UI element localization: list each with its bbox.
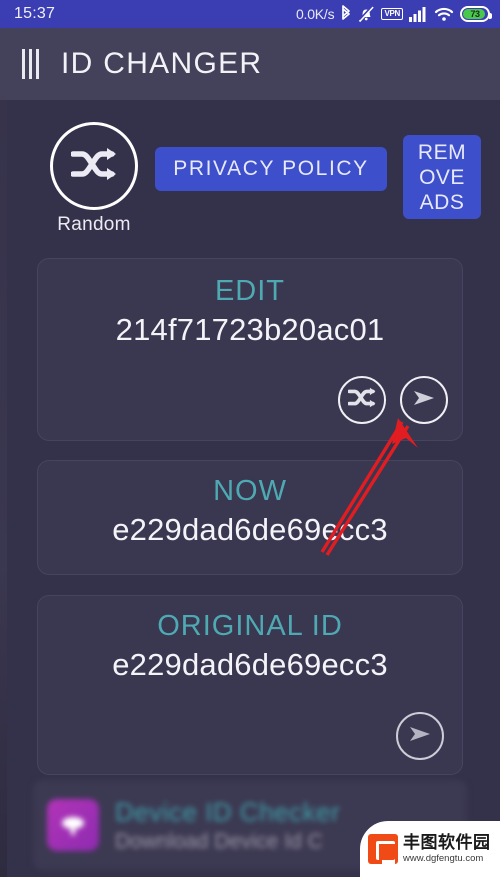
ad-text-block: Device ID Checker Download Device Id C bbox=[115, 797, 340, 854]
edit-card[interactable]: EDIT 214f71723b20ac01 bbox=[37, 258, 463, 441]
fengtu-logo-icon bbox=[368, 834, 398, 864]
original-id-card[interactable]: ORIGINAL ID e229dad6de69ecc3 bbox=[37, 595, 463, 775]
top-action-row: Random PRIVACY POLICY REM OVE ADS bbox=[0, 122, 500, 242]
app-bar: ID CHANGER bbox=[0, 28, 500, 100]
signal-icon bbox=[409, 6, 428, 22]
vpn-icon: VPN bbox=[381, 8, 403, 20]
main-content: Random PRIVACY POLICY REM OVE ADS EDIT 2… bbox=[0, 100, 500, 877]
ad-title: Device ID Checker bbox=[115, 796, 341, 827]
remove-ads-line-3: ADS bbox=[419, 190, 465, 214]
original-apply-play-button[interactable] bbox=[396, 712, 444, 760]
privacy-policy-button[interactable]: PRIVACY POLICY bbox=[155, 147, 387, 191]
random-circle[interactable] bbox=[50, 122, 138, 210]
now-card-title: NOW bbox=[213, 475, 287, 507]
phone-screen: 15:37 0.0K/s VPN 73 ID CHANGER Random PR… bbox=[0, 0, 500, 877]
bluetooth-icon bbox=[340, 5, 352, 23]
now-card-value: e229dad6de69ecc3 bbox=[112, 512, 388, 547]
ad-app-icon bbox=[47, 799, 99, 851]
watermark-url: www.dgfengtu.com bbox=[403, 853, 484, 865]
status-bar: 15:37 0.0K/s VPN 73 bbox=[0, 0, 500, 28]
edit-card-value[interactable]: 214f71723b20ac01 bbox=[38, 312, 462, 348]
page-title: ID CHANGER bbox=[61, 47, 263, 80]
apply-play-icon bbox=[407, 723, 433, 750]
battery-percent-text: 73 bbox=[470, 9, 480, 19]
wifi-icon bbox=[434, 6, 454, 22]
edit-card-title: EDIT bbox=[214, 275, 286, 307]
random-button[interactable]: Random bbox=[42, 122, 146, 236]
shuffle-icon bbox=[70, 147, 117, 186]
site-watermark: 丰图软件园 www.dgfengtu.com bbox=[360, 821, 500, 877]
now-card: NOW e229dad6de69ecc3 bbox=[37, 460, 463, 575]
mute-bell-icon bbox=[358, 5, 375, 23]
apply-play-icon bbox=[411, 387, 437, 414]
watermark-name: 丰图软件园 bbox=[403, 833, 491, 853]
original-id-card-title: ORIGINAL ID bbox=[157, 610, 343, 642]
status-bar-icons: 0.0K/s VPN 73 bbox=[295, 5, 492, 23]
shuffle-icon bbox=[347, 387, 376, 413]
ad-subtitle: Download Device Id C bbox=[115, 829, 323, 853]
random-label: Random bbox=[57, 214, 131, 235]
remove-ads-line-2: OVE bbox=[419, 165, 465, 189]
status-bar-clock: 15:37 bbox=[14, 5, 56, 22]
watermark-texts: 丰图软件园 www.dgfengtu.com bbox=[403, 834, 491, 864]
edit-shuffle-button[interactable] bbox=[338, 376, 386, 424]
remove-ads-button[interactable]: REM OVE ADS bbox=[403, 135, 481, 219]
original-id-card-value: e229dad6de69ecc3 bbox=[112, 647, 388, 682]
original-id-card-actions bbox=[396, 712, 444, 760]
privacy-policy-label: PRIVACY POLICY bbox=[173, 157, 369, 180]
battery-icon: 73 bbox=[460, 6, 492, 22]
edit-apply-play-button[interactable] bbox=[400, 376, 448, 424]
edit-card-actions bbox=[338, 376, 448, 424]
menu-bars-icon[interactable] bbox=[22, 49, 39, 79]
network-speed-text: 0.0K/s bbox=[295, 6, 335, 22]
remove-ads-line-1: REM bbox=[417, 140, 467, 164]
